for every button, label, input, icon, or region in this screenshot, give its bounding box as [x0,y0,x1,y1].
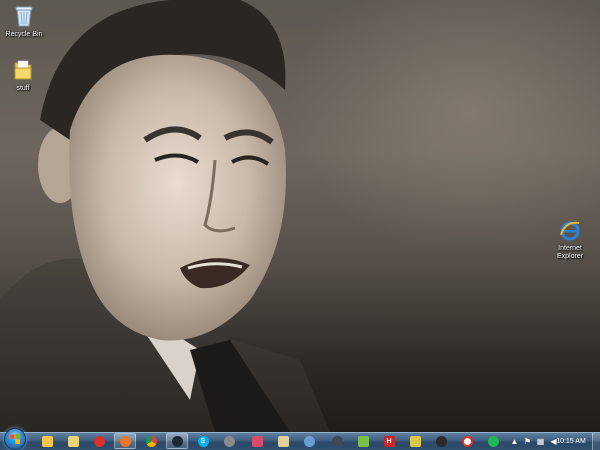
recycle-bin-icon [10,2,38,30]
chat-icon [223,435,235,447]
taskbar-firefox-button[interactable] [114,433,136,449]
taskbar-dark-app-button[interactable] [430,433,452,449]
taskbar-notes-button[interactable] [404,433,426,449]
flag-icon[interactable]: ⚑ [523,437,532,446]
show-desktop-button[interactable] [592,433,600,450]
skype-icon: S [197,435,209,447]
taskbar-opera-2-button[interactable] [456,433,478,449]
network-icon[interactable]: ▦ [536,437,545,446]
taskbar-messenger-button[interactable] [298,433,320,449]
taskbar-paint-button[interactable] [352,433,374,449]
taskbar-h-app-button[interactable]: H [378,433,400,449]
steam-2-icon [331,435,343,447]
taskbar-steam-button[interactable] [166,433,188,449]
opera-icon [93,435,105,447]
firefox-icon [119,435,131,447]
taskbar-clock[interactable]: 10:15 AM [552,433,590,449]
chrome-icon [145,435,157,447]
opera-2-icon [461,435,473,447]
up-arrow-icon[interactable]: ▲ [510,437,519,446]
taskbar-file-manager-button[interactable] [62,433,84,449]
stuff-folder-shortcut[interactable]: stuff [0,56,47,93]
folder-icon [9,56,37,84]
taskbar-steam-2-button[interactable] [326,433,348,449]
taskbar-explorer-button[interactable] [36,433,58,449]
internet-explorer-shortcut[interactable]: Internet Explorer [546,216,594,261]
dark-app-icon [435,435,447,447]
taskbar-chat-button[interactable] [218,433,240,449]
recycle-bin-shortcut[interactable]: Recycle Bin [0,2,48,39]
taskbar-picture-viewer-button[interactable] [272,433,294,449]
windows-logo-icon [10,433,20,445]
steam-icon [171,435,183,447]
taskbar-spotify-button[interactable] [482,433,504,449]
taskbar-skype-button[interactable]: S [192,433,214,449]
taskbar-chrome-button[interactable] [140,433,162,449]
spotify-icon [487,435,499,447]
file-manager-icon [67,435,79,447]
messenger-icon [303,435,315,447]
internet-explorer-icon [556,216,584,244]
stuff-folder-label: stuff [16,85,30,92]
picture-viewer-icon [277,435,289,447]
notes-icon [409,435,421,447]
h-app-icon: H [383,435,395,447]
taskbar-opera-button[interactable] [88,433,110,449]
media-icon [251,435,263,447]
wallpaper-photo [0,0,330,432]
explorer-icon [41,435,53,447]
taskbar-media-button[interactable] [246,433,268,449]
start-button[interactable] [4,428,26,450]
desktop-wallpaper [0,0,600,432]
recycle-bin-label: Recycle Bin [5,31,43,38]
paint-icon [357,435,369,447]
internet-explorer-label: Internet Explorer [556,245,584,260]
